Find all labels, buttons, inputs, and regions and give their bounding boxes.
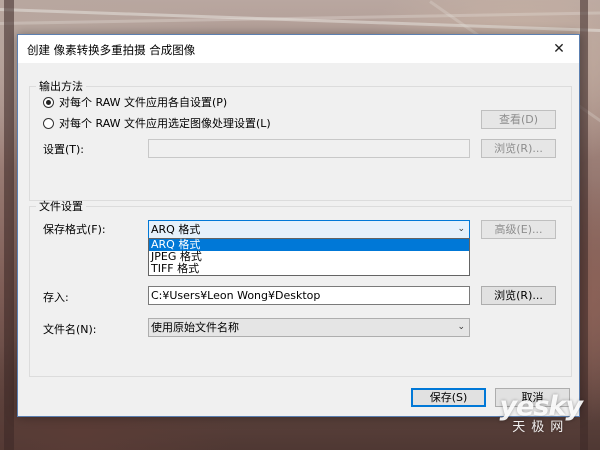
save-button[interactable]: 保存(S): [411, 388, 486, 407]
save-format-dropdown[interactable]: ARQ 格式 ⌄: [148, 220, 470, 239]
advanced-button[interactable]: 高级(E)...: [481, 220, 556, 239]
watermark-line2: 天极网: [512, 420, 570, 435]
yesky-watermark: yesky 天极网: [499, 391, 583, 435]
watermark-line1: yesky: [499, 391, 583, 422]
file-settings-legend: 文件设置: [39, 200, 83, 213]
filename-selected: 使用原始文件名称: [151, 321, 239, 334]
radio-apply-selected-settings-label: 对每个 RAW 文件应用选定图像处理设置(L): [59, 117, 271, 130]
save-to-field[interactable]: C:¥Users¥Leon Wong¥Desktop: [148, 286, 470, 305]
filename-label: 文件名(N):: [43, 323, 97, 336]
save-format-listbox[interactable]: ARQ 格式 JPEG 格式 TIFF 格式: [148, 238, 470, 276]
save-format-label: 保存格式(F):: [43, 223, 106, 236]
radio-apply-each-settings[interactable]: 对每个 RAW 文件应用各自设置(P): [43, 94, 227, 110]
pillar: [4, 0, 14, 450]
save-to-label: 存入:: [43, 291, 69, 304]
dialog-title: 创建 像素转换多重拍摄 合成图像: [27, 43, 196, 57]
settings-field[interactable]: [148, 139, 470, 158]
output-method-legend: 输出方法: [39, 80, 83, 93]
radio-selected-icon: [43, 96, 54, 108]
radio-apply-each-settings-label: 对每个 RAW 文件应用各自设置(P): [59, 96, 228, 109]
save-format-selected: ARQ 格式: [151, 223, 201, 236]
format-option-tiff[interactable]: TIFF 格式: [149, 263, 469, 275]
composite-image-dialog: 创建 像素转换多重拍摄 合成图像 ✕ 输出方法 对每个 RAW 文件应用各自设置…: [17, 34, 580, 417]
close-icon[interactable]: ✕: [539, 35, 579, 63]
filename-dropdown[interactable]: 使用原始文件名称 ⌄: [148, 318, 470, 337]
settings-browse-button[interactable]: 浏览(R)...: [481, 139, 556, 158]
radio-apply-selected-settings[interactable]: 对每个 RAW 文件应用选定图像处理设置(L): [43, 115, 271, 131]
pillar: [580, 0, 588, 450]
chevron-down-icon: ⌄: [457, 322, 465, 332]
radio-unselected-icon: [43, 117, 54, 129]
settings-label: 设置(T):: [43, 143, 85, 156]
view-button[interactable]: 查看(D): [481, 110, 556, 129]
chevron-down-icon: ⌄: [457, 224, 465, 234]
save-to-browse-button[interactable]: 浏览(R)...: [481, 286, 556, 305]
title-bar: 创建 像素转换多重拍摄 合成图像 ✕: [18, 35, 579, 63]
